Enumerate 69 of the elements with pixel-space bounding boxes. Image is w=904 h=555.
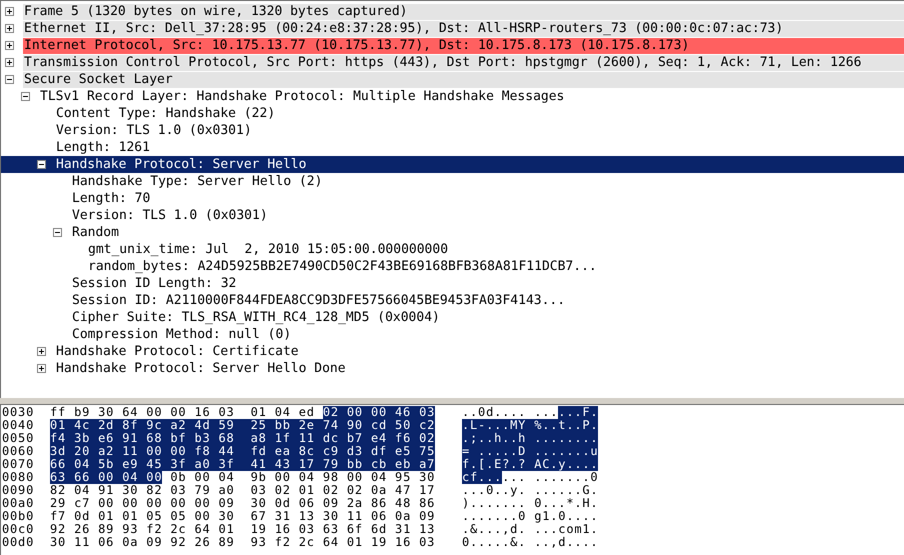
offset-label: 0060 <box>1 445 36 458</box>
hex-bytes: 82 04 91 30 82 03 79 a0 03 02 01 02 02 0a 47 17 <box>50 484 436 497</box>
tree-item[interactable]: Transmission Control Protocol, Src Port: https (443), Dst Port: hpstgmgr (2600), Seq: 1, Ack: 71, Len: 1266 <box>23 54 904 70</box>
offset-label: 0070 <box>1 458 36 471</box>
ascii-text: .......0 g1.0.... <box>462 510 598 523</box>
hex-bytes: f4 3b e6 91 68 bf b3 68 a8 1f 11 dc b7 e4 f6 02 <box>50 432 436 445</box>
ascii-text: ..0d.... ... <box>462 406 558 419</box>
tree-item[interactable]: Session ID Length: 32 <box>71 276 904 292</box>
ascii-text: )....... 0...*.H. <box>462 497 598 510</box>
hex-bytes: 63 66 00 04 00 <box>50 471 162 484</box>
expand-icon[interactable] <box>5 58 14 67</box>
tree-item[interactable]: Handshake Protocol: Server Hello <box>55 156 904 172</box>
collapse-icon[interactable] <box>37 160 46 169</box>
ascii-text: cf... <box>462 471 502 484</box>
collapse-icon[interactable] <box>21 92 30 101</box>
tree-item[interactable]: Handshake Type: Server Hello (2) <box>71 174 904 190</box>
hex-bytes: 66 04 5b e9 45 3f a0 3f 41 43 17 79 bb cb eb a7 <box>50 458 436 471</box>
ascii-text: .;..h..h ........ <box>462 432 598 445</box>
ascii-text: ...0..y. ......G. <box>462 484 598 497</box>
tree-item[interactable]: Handshake Protocol: Certificate <box>55 344 904 360</box>
tree-item[interactable]: Compression Method: null (0) <box>71 326 904 342</box>
tree-item[interactable]: Content Type: Handshake (22) <box>55 106 904 122</box>
hex-bytes: ff b9 30 64 00 00 16 03 01 04 ed <box>50 406 315 419</box>
ascii-text: ...F. <box>558 406 598 419</box>
offset-label: 00a0 <box>1 497 36 510</box>
tree-item[interactable]: Secure Socket Layer <box>23 72 904 88</box>
collapse-icon[interactable] <box>5 75 14 84</box>
hex-bytes: 30 11 06 0a 09 92 26 89 93 f2 2c 64 01 19 16 03 <box>50 536 436 549</box>
tree-item[interactable]: Ethernet II, Src: Dell_37:28:95 (00:24:e8:37:28:95), Dst: All-HSRP-routers_73 (00:00:0c:07:ac:73) <box>23 20 904 36</box>
tree-item[interactable]: Random <box>71 224 904 240</box>
hex-bytes: 3d 20 a2 11 00 00 f8 44 fd ea 8c c9 d3 df e5 75 <box>50 445 436 458</box>
expand-icon[interactable] <box>37 364 46 373</box>
hex-bytes: 0b 00 04 9b 00 04 98 00 04 95 30 <box>170 471 436 484</box>
tree-item[interactable]: Length: 1261 <box>55 140 904 156</box>
offset-label: 00b0 <box>1 510 36 523</box>
hex-bytes: 29 c7 00 00 00 00 00 09 30 0d 06 09 2a 86 48 86 <box>50 497 436 510</box>
expand-icon[interactable] <box>5 41 14 50</box>
offset-label: 00d0 <box>1 536 36 549</box>
offset-label: 0080 <box>1 471 36 484</box>
ascii-text: .&...,d. ...com1. <box>462 523 598 536</box>
tree-item[interactable]: Version: TLS 1.0 (0x0301) <box>55 122 904 138</box>
ascii-text: = .....D .......u <box>462 445 598 458</box>
tree-item[interactable]: gmt_unix_time: Jul 2, 2010 15:05:00.000000000 <box>87 242 904 258</box>
offset-label: 0090 <box>1 484 36 497</box>
hex-bytes: 01 4c 2d 8f 9c a2 4d 59 25 bb 2e 74 90 cd 50 c2 <box>50 419 436 432</box>
ascii-text: ... .......0 <box>502 471 598 484</box>
offset-label: 0040 <box>1 419 36 432</box>
ascii-text: 0.....&. ..,d.... <box>462 536 598 549</box>
ascii-text: .L-...MY %..t..P. <box>462 419 598 432</box>
expand-icon[interactable] <box>37 347 46 356</box>
hex-bytes: f7 0d 01 01 05 05 00 30 67 31 13 30 11 06 0a 09 <box>50 510 436 523</box>
offset-label: 0050 <box>1 432 36 445</box>
tree-item[interactable]: Internet Protocol, Src: 10.175.13.77 (10.175.13.77), Dst: 10.175.8.173 (10.175.8.173) <box>23 38 904 54</box>
hex-bytes: 92 26 89 93 f2 2c 64 01 19 16 03 63 6f 6d 31 13 <box>50 523 436 536</box>
tree-item[interactable]: Cipher Suite: TLS_RSA_WITH_RC4_128_MD5 (0x0004) <box>71 310 904 326</box>
expand-icon[interactable] <box>5 7 14 16</box>
hex-bytes: 02 00 00 46 03 <box>322 406 436 419</box>
tree-item[interactable]: random_bytes: A24D5925BB2E7490CD50C2F43BE69168BFB368A81F11DCB7... <box>87 258 904 274</box>
tree-item[interactable]: TLSv1 Record Layer: Handshake Protocol: Multiple Handshake Messages <box>39 88 904 104</box>
tree-item[interactable]: Handshake Protocol: Server Hello Done <box>55 360 904 376</box>
expand-icon[interactable] <box>5 24 14 33</box>
tree-item[interactable]: Frame 5 (1320 bytes on wire, 1320 bytes captured) <box>23 4 904 20</box>
collapse-icon[interactable] <box>53 228 62 237</box>
tree-item[interactable]: Session ID: A2110000F844FDEA8CC9D3DFE57566045BE9453FA03F4143... <box>71 292 904 308</box>
offset-label: 0030 <box>1 406 36 419</box>
offset-label: 00c0 <box>1 523 36 536</box>
tree-item[interactable]: Version: TLS 1.0 (0x0301) <box>71 208 904 224</box>
ascii-text: f.[.E?.? AC.y.... <box>462 458 598 471</box>
tree-item[interactable]: Length: 70 <box>71 190 904 206</box>
